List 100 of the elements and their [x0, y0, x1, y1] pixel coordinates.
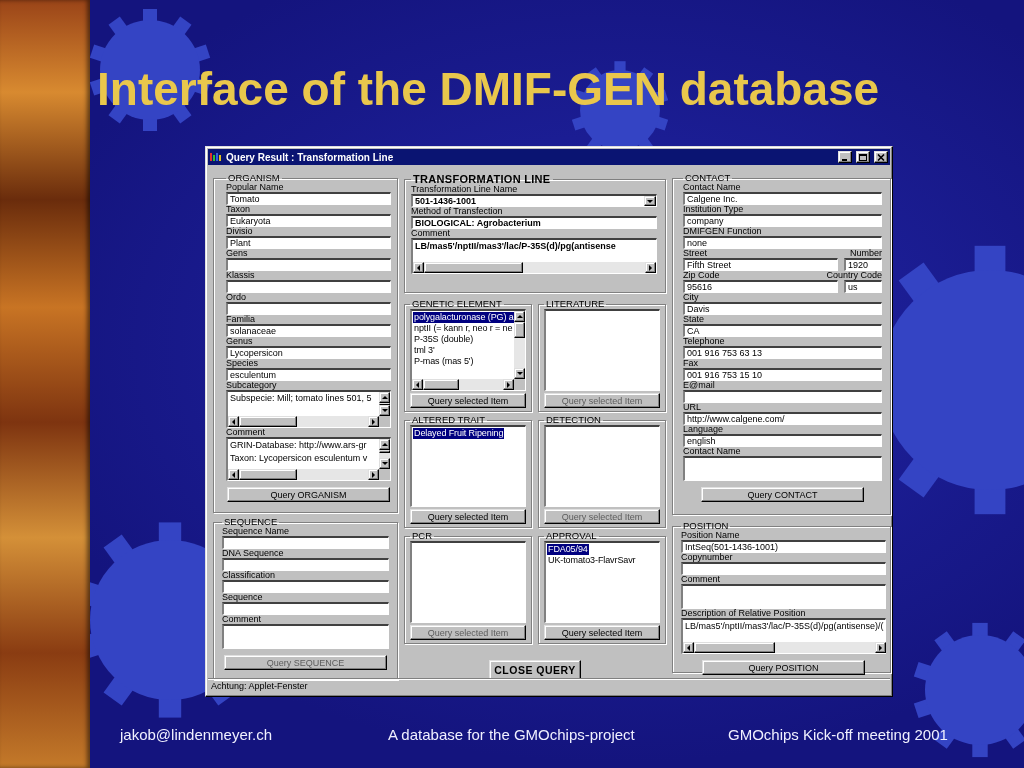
vertical-scrollbar[interactable] [379, 439, 390, 469]
list-item[interactable]: P-35S (double) [413, 334, 475, 345]
text-field[interactable] [681, 562, 886, 575]
text-field[interactable]: Calgene Inc. [683, 192, 882, 205]
list-item[interactable]: polygalacturonase (PG) a [413, 312, 515, 323]
text-field[interactable]: us [844, 280, 882, 293]
horizontal-scrollbar[interactable] [412, 379, 514, 390]
list-item[interactable]: P-mas (mas 5') [413, 356, 475, 367]
horizontal-scrollbar[interactable] [228, 416, 379, 427]
scroll-right-button[interactable] [368, 469, 379, 480]
text-field[interactable]: 001 916 753 15 10 [683, 368, 882, 381]
scrollbar-thumb[interactable] [239, 416, 298, 427]
scrollbar-thumb[interactable] [379, 450, 390, 453]
minimize-button[interactable] [838, 151, 852, 163]
text-field[interactable] [226, 280, 391, 293]
list-box[interactable] [544, 309, 660, 391]
scroll-left-button[interactable] [683, 642, 694, 653]
text-area[interactable]: LB/mas5'/nptII/mas3'/lac/P-35S(d)/pg(antisense [411, 238, 657, 274]
scroll-left-button[interactable] [228, 469, 239, 480]
text-field[interactable] [226, 302, 391, 315]
text-field[interactable]: CA [683, 324, 882, 337]
text-field[interactable]: solanaceae [226, 324, 391, 337]
list-box[interactable] [410, 541, 526, 623]
text-field[interactable]: 95616 [683, 280, 838, 293]
text-field[interactable] [222, 602, 389, 615]
horizontal-scrollbar[interactable] [413, 262, 656, 273]
list-item[interactable]: FDA05/94 [547, 544, 589, 555]
text-area[interactable]: LB/mas5'/nptII/mas3'/lac/P-35S(d)/pg(antisense)/( [681, 618, 886, 654]
text-field[interactable]: english [683, 434, 882, 447]
text-field[interactable]: Lycopersicon [226, 346, 391, 359]
maximize-button[interactable] [856, 151, 870, 163]
text-field[interactable]: company [683, 214, 882, 227]
scroll-down-button[interactable] [379, 458, 390, 469]
text-area[interactable]: GRIN-Database: http://www.ars-gr Taxon: Lycopersicon esculentum v [226, 437, 391, 481]
scroll-down-button[interactable] [379, 405, 390, 416]
text-field[interactable]: Plant [226, 236, 391, 249]
field-label: Comment [681, 575, 721, 584]
scroll-left-button[interactable] [412, 379, 423, 390]
scroll-down-button[interactable] [514, 368, 525, 379]
text-field[interactable]: Fifth Street [683, 258, 838, 271]
scroll-right-button[interactable] [874, 642, 886, 653]
text-field[interactable] [222, 536, 389, 549]
query-button[interactable]: Query selected Item [544, 625, 660, 640]
text-field[interactable]: Tomato [226, 192, 391, 205]
scroll-right-button[interactable] [368, 416, 379, 427]
dropdown-button[interactable] [644, 196, 656, 206]
list-box[interactable]: FDA05/94 UK-tomato3-FlavrSavr [544, 541, 660, 623]
scrollbar-thumb[interactable] [379, 403, 390, 405]
list-box[interactable]: polygalacturonase (PG) a nptII (= kann r, neo r = ne P-35S (double) tml 3' P-mas (mas 5') [410, 309, 526, 391]
query-button[interactable]: Query selected Item [410, 509, 526, 524]
scrollbar-thumb[interactable] [694, 642, 776, 653]
text-area[interactable] [681, 584, 886, 609]
text-field[interactable] [222, 580, 389, 593]
text-field[interactable]: esculentum [226, 368, 391, 381]
query-button[interactable]: Query ORGANISM [227, 487, 390, 502]
scroll-right-button[interactable] [645, 262, 656, 273]
text-field[interactable]: 001 916 753 63 13 [683, 346, 882, 359]
text-area[interactable] [222, 624, 389, 649]
text-field[interactable] [222, 558, 389, 571]
query-button[interactable]: Query selected Item [410, 393, 526, 408]
close-button[interactable] [874, 151, 888, 163]
scroll-left-button[interactable] [228, 416, 239, 427]
scrollbar-thumb[interactable] [514, 322, 525, 339]
vertical-scrollbar[interactable] [514, 311, 525, 379]
text-area[interactable] [683, 456, 882, 481]
horizontal-scrollbar[interactable] [228, 469, 379, 480]
list-box[interactable]: Delayed Fruit Ripening [410, 425, 526, 507]
horizontal-scrollbar[interactable] [683, 642, 886, 653]
query-button[interactable]: Query POSITION [702, 660, 865, 675]
list-box[interactable] [544, 425, 660, 507]
scroll-left-button[interactable] [413, 262, 424, 273]
text-field[interactable]: Davis [683, 302, 882, 315]
list-item[interactable]: nptII (= kann r, neo r = ne [413, 323, 514, 334]
text-field[interactable] [226, 258, 391, 271]
text-field[interactable]: IntSeq(501-1436-1001) [681, 540, 886, 553]
scroll-right-button[interactable] [503, 379, 514, 390]
field-label: Ordo [226, 293, 247, 302]
scrollbar-thumb[interactable] [423, 379, 459, 390]
scroll-up-button[interactable] [514, 311, 525, 322]
text-field[interactable]: http://www.calgene.com/ [683, 412, 882, 425]
list-item[interactable]: Delayed Fruit Ripening [413, 428, 505, 439]
close-query-button[interactable]: CLOSE QUERY [489, 660, 581, 680]
list-item[interactable]: tml 3' [413, 345, 436, 356]
maximize-icon [859, 153, 867, 161]
field-label: Klassis [226, 271, 256, 280]
text-field[interactable]: 1920 [844, 258, 882, 271]
text-field[interactable] [683, 390, 882, 403]
text-field[interactable]: Eukaryota [226, 214, 391, 227]
text-area[interactable]: Subspecie: Mill; tomato lines 501, 5 [226, 390, 391, 428]
list-item[interactable]: UK-tomato3-FlavrSavr [547, 555, 637, 566]
text-field[interactable]: none [683, 236, 882, 249]
field-label: State [683, 315, 705, 324]
scroll-up-button[interactable] [379, 392, 390, 403]
dropdown-field[interactable]: 501-1436-1001 [411, 194, 657, 207]
text-field[interactable]: BIOLOGICAL: Agrobacterium [411, 216, 657, 229]
scrollbar-thumb[interactable] [239, 469, 298, 480]
vertical-scrollbar[interactable] [379, 392, 390, 416]
query-button[interactable]: Query CONTACT [701, 487, 864, 502]
scroll-up-button[interactable] [379, 439, 390, 450]
scrollbar-thumb[interactable] [424, 262, 524, 273]
